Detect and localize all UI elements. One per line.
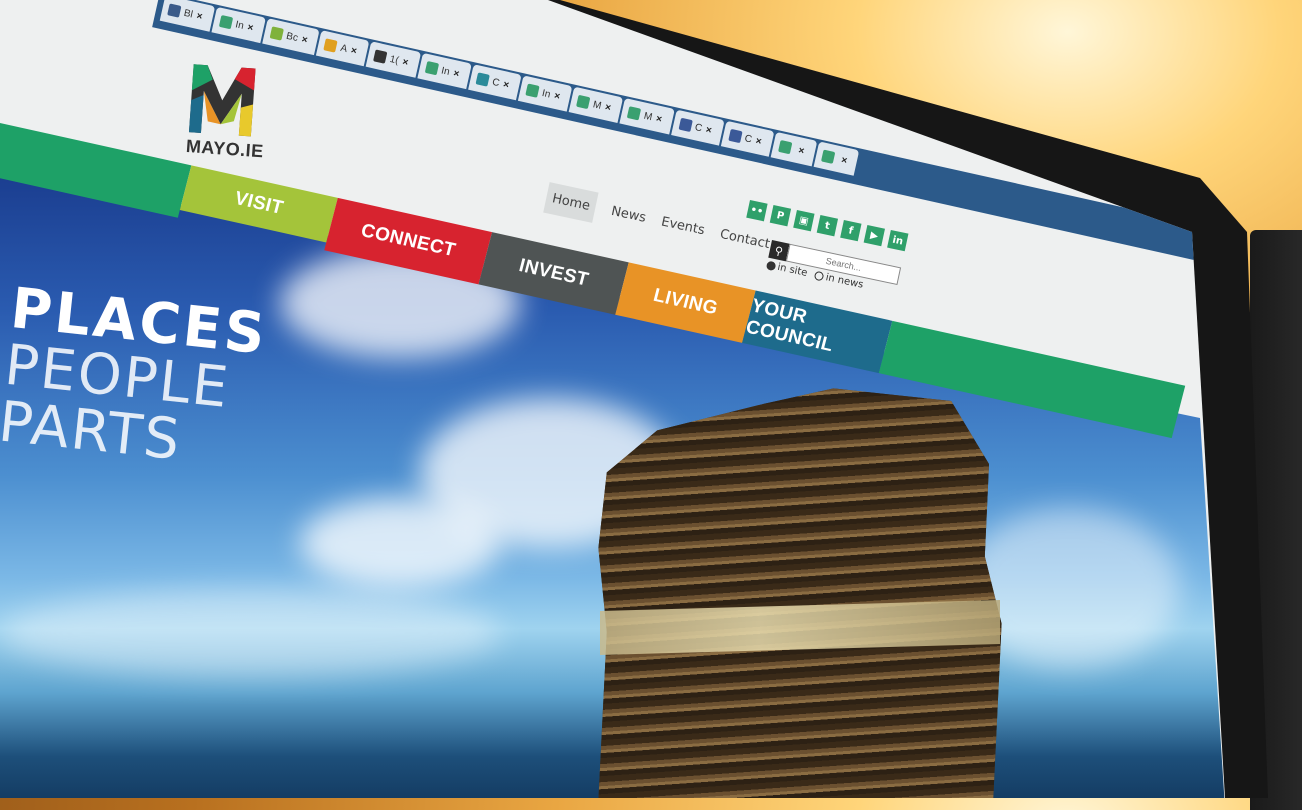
page-icon [475,72,490,87]
close-icon[interactable]: × [755,135,763,147]
nav-news[interactable]: News [608,204,647,234]
tab-label: Bl [182,7,194,21]
close-icon[interactable]: × [195,10,203,22]
close-icon[interactable]: × [350,45,358,57]
browser-tab[interactable]: C × [468,64,522,101]
sea-stack-image [598,388,1002,798]
browser-tab[interactable]: M × [568,86,624,124]
radio-selected-icon [765,260,777,272]
tab-label: In [440,64,451,78]
close-icon[interactable]: × [797,145,805,157]
browser-tab[interactable]: C × [670,109,725,146]
browser-tab[interactable]: Bl × [159,0,215,32]
close-icon[interactable]: × [502,79,510,91]
page-icon [777,139,793,155]
nav-home[interactable]: Home [543,182,599,223]
page-icon [424,60,439,76]
browser-tab[interactable]: In × [517,75,573,112]
cloud [0,588,500,678]
hero-title: PLACES PEOPLE PARTS [0,276,271,477]
tab-label: In [540,87,552,100]
close-icon[interactable]: × [705,124,713,136]
tab-label: Bc [285,30,300,44]
linkedin-icon[interactable]: in [887,229,909,252]
close-icon[interactable]: × [655,113,663,125]
facebook-icon [678,117,693,132]
pinterest-icon[interactable]: P [769,204,792,227]
facebook-icon [727,128,743,144]
tab-label: In [234,18,245,32]
nav-contact[interactable]: Contact [717,227,772,260]
tab-label: M [591,98,603,112]
twitter-icon[interactable]: t [816,214,839,237]
facebook-icon[interactable]: f [840,219,862,242]
tab-label: C [743,132,754,146]
radio-unselected-icon [814,270,825,282]
tab-label: C [693,121,704,134]
camera-icon [373,49,388,64]
close-icon[interactable]: × [840,154,848,166]
close-icon[interactable]: × [452,68,460,80]
tab-label: C [491,76,501,89]
top-nav: Home News Events Contact [543,182,772,260]
browser-tab[interactable]: M × [619,98,675,135]
mayo-logo-icon [188,64,256,137]
page-icon [525,83,540,98]
circle-icon [167,3,182,18]
tab-label: A [339,42,349,55]
instagram-icon[interactable]: ▣ [793,209,815,232]
close-icon[interactable]: × [604,102,612,114]
logo-text: MAYO.IE [185,135,265,162]
youtube-icon[interactable]: ▶ [863,224,885,247]
mayo-icon [627,106,642,121]
browser-tab[interactable]: 1(× [365,41,421,78]
page-icon [218,14,233,30]
browser-tab[interactable]: × [813,141,860,176]
nav-events[interactable]: Events [658,214,706,246]
tab-label: 1( [388,53,400,67]
tab-label: M [642,110,654,123]
close-icon[interactable]: × [401,56,409,68]
search-box: ⚲ in site in news [765,240,902,298]
close-icon[interactable]: × [246,22,254,34]
page-icon [269,26,284,41]
browser-tab[interactable]: In × [417,52,472,90]
mayo-icon [576,94,591,110]
browser-tab[interactable]: Bc × [262,18,321,56]
close-icon[interactable]: × [301,34,309,46]
chart-icon [323,38,339,53]
close-icon[interactable]: × [553,90,561,102]
cloud [300,498,500,588]
browser-tab[interactable]: C × [720,120,775,157]
browser-tab[interactable]: In × [211,6,266,44]
page-icon [820,149,835,164]
browser-screen: Bl × In × Bc × A × 1(× In × C × In × M × M × C × C × × × MAYO.IE… [0,0,1225,798]
browser-tab[interactable]: × [770,131,817,167]
flickr-icon[interactable]: •• [746,200,768,222]
browser-tab[interactable]: A × [316,30,370,67]
